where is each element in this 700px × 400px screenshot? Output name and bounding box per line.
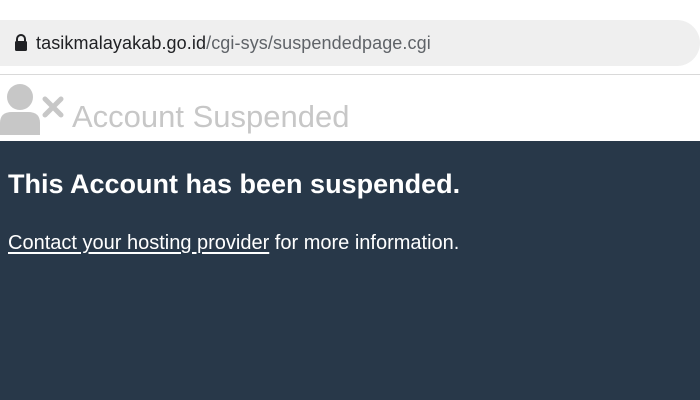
page-header: Account Suspended <box>0 75 700 141</box>
user-remove-icon <box>0 84 64 135</box>
address-bar[interactable]: tasikmalayakab.go.id/cgi-sys/suspendedpa… <box>0 20 700 66</box>
lock-icon[interactable] <box>10 32 32 54</box>
url-text[interactable]: tasikmalayakab.go.id/cgi-sys/suspendedpa… <box>36 33 431 54</box>
browser-toolbar: tasikmalayakab.go.id/cgi-sys/suspendedpa… <box>0 0 700 75</box>
contact-hosting-provider-link[interactable]: Contact your hosting provider <box>8 232 269 254</box>
suspended-headline: This Account has been suspended. <box>8 169 461 199</box>
contact-message: Contact your hosting provider for more i… <box>8 232 459 255</box>
suspended-message-panel: This Account has been suspended. Contact… <box>0 141 700 400</box>
message-suffix: for more information. <box>269 232 460 254</box>
url-domain: tasikmalayakab.go.id <box>36 32 207 53</box>
url-path: /cgi-sys/suspendedpage.cgi <box>206 32 431 53</box>
header-title: Account Suspended <box>72 99 350 134</box>
